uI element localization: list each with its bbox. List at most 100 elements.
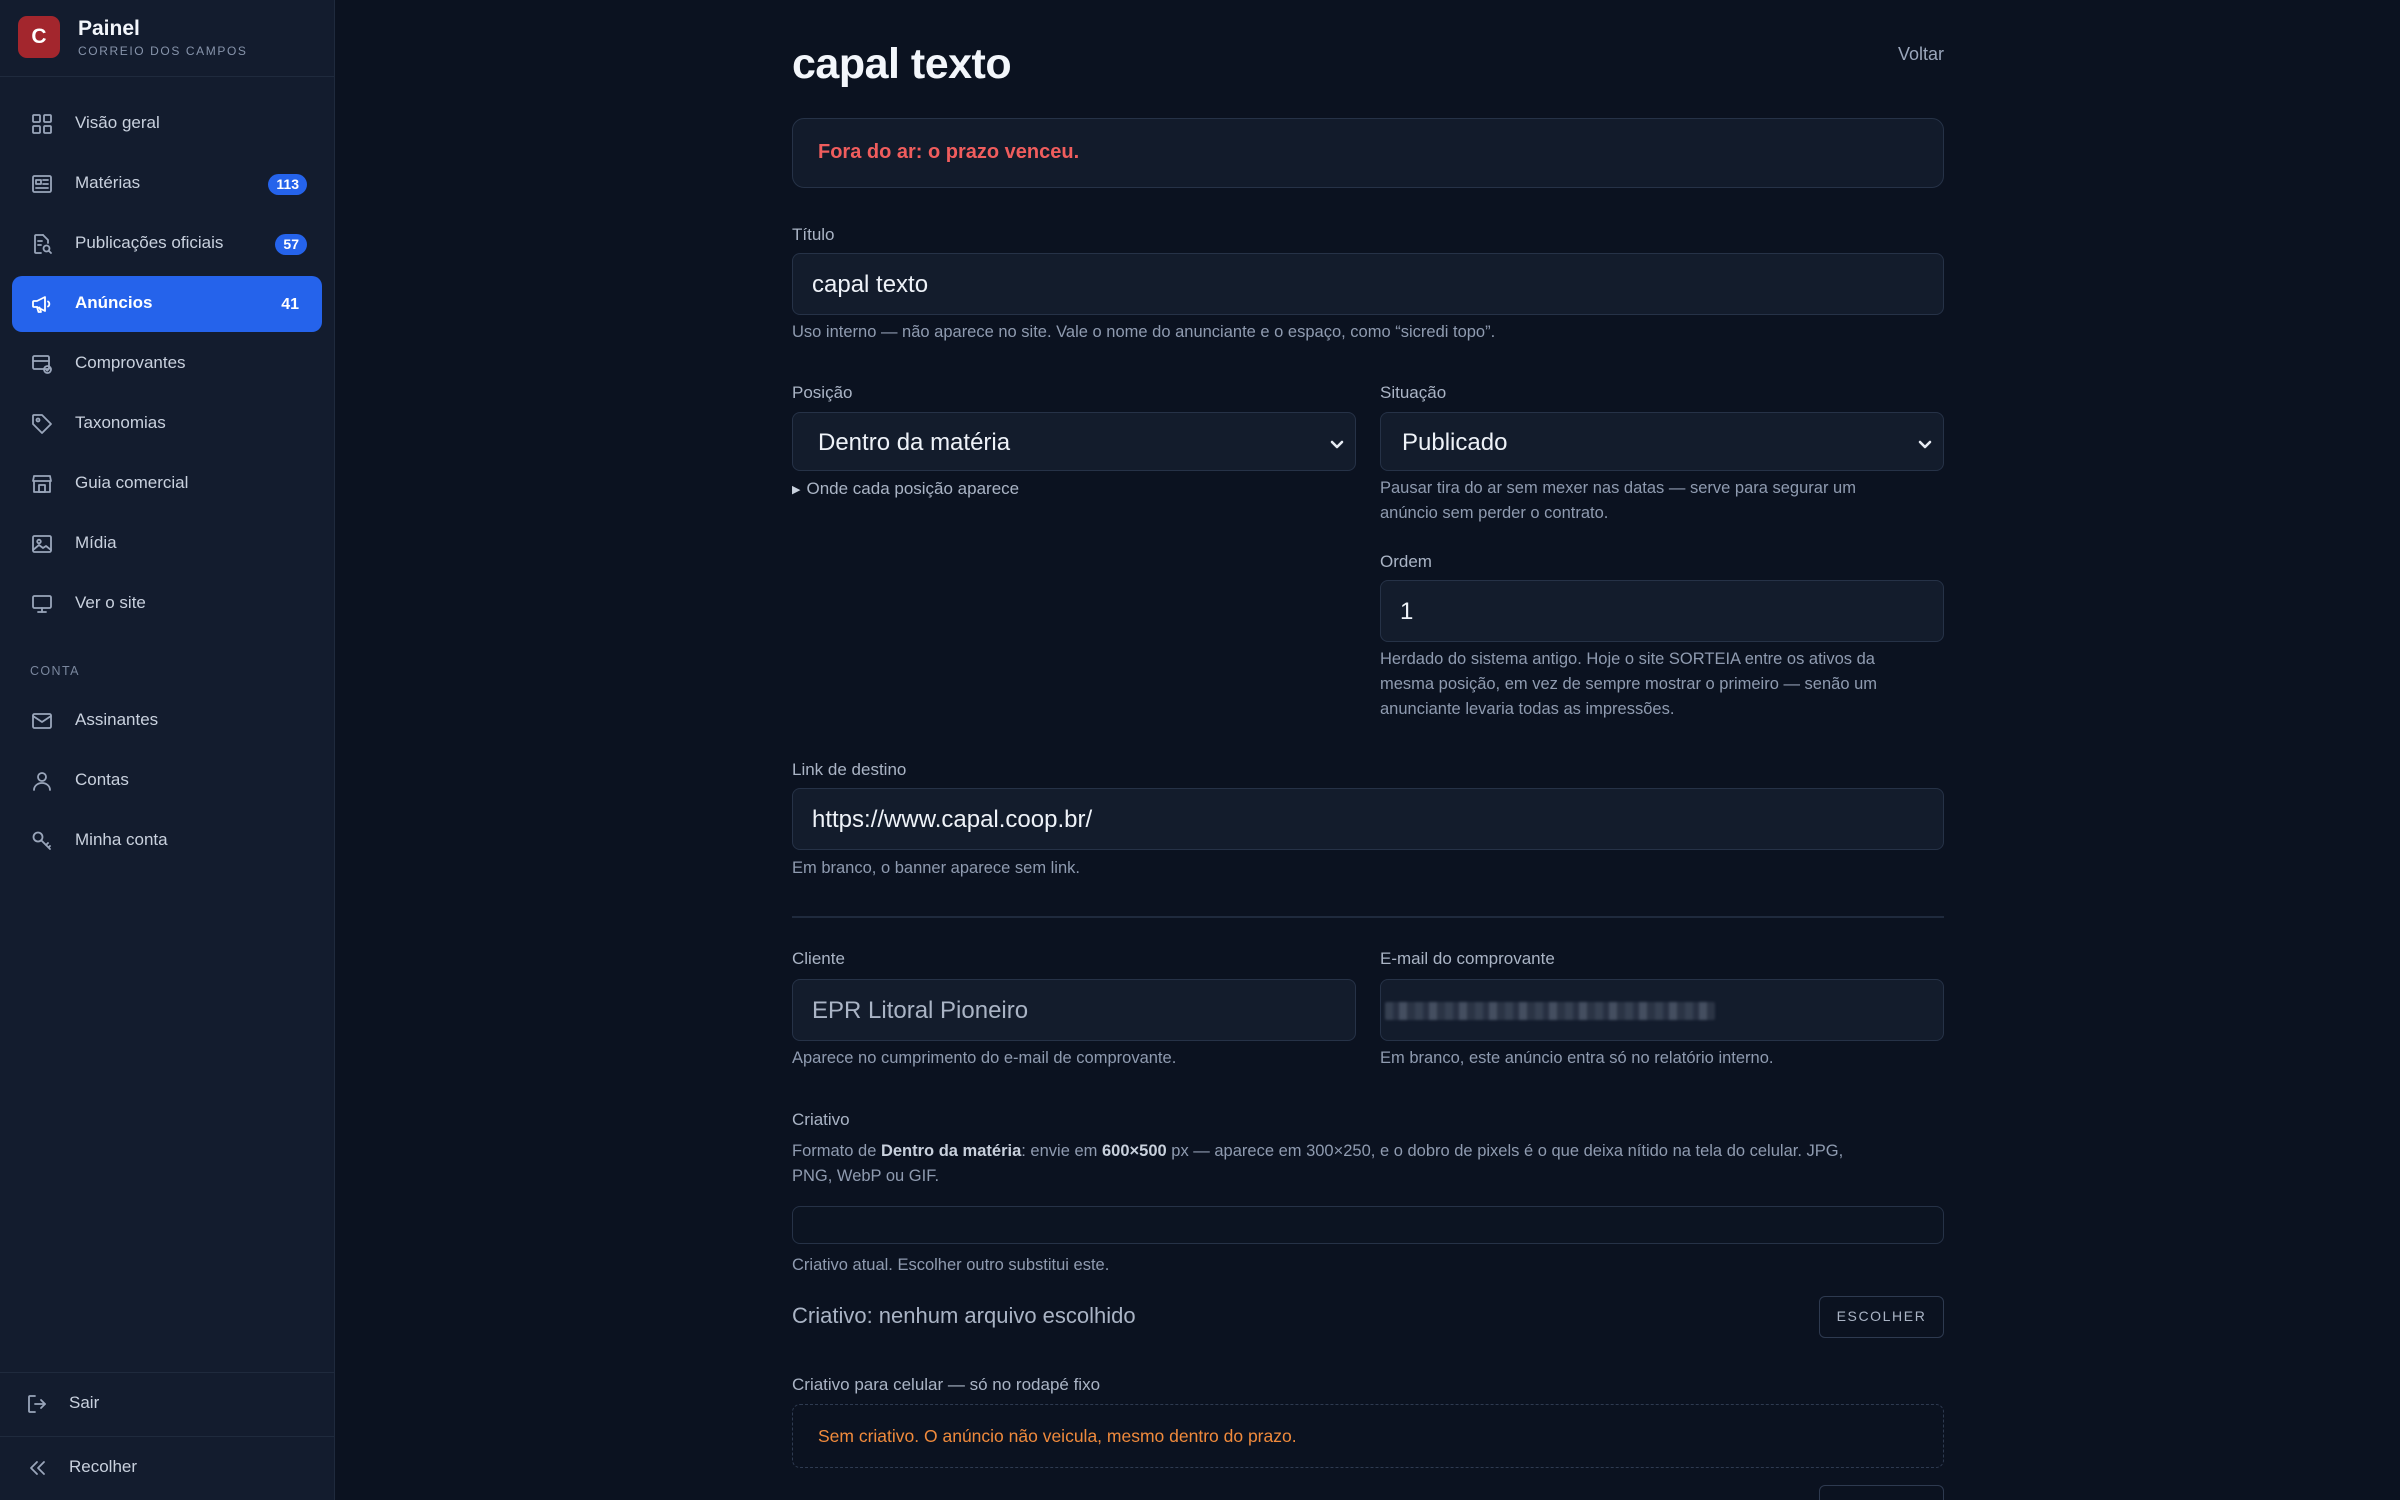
- hint-line: anúncio sem perder o contrato.: [1380, 504, 1609, 522]
- hint-line: anunciante levaria todas as impressões.: [1380, 700, 1675, 718]
- sidebar-item-label: Anúncios: [75, 293, 153, 312]
- email-label: E-mail do comprovante: [1380, 949, 1555, 968]
- criativo-file-status: Criativo: nenhum arquivo escolhido: [792, 1303, 1136, 1328]
- sidebar-item-label: Mídia: [75, 533, 117, 552]
- logout-icon: [25, 1392, 49, 1416]
- email-hint: Em branco, este anúncio entra só no rela…: [1380, 1049, 1774, 1067]
- situacao-select[interactable]: Publicado: [1380, 412, 1944, 471]
- chevron-down-icon: [1917, 436, 1933, 452]
- sidebar-item-publicacoes-oficiais[interactable]: Publicações oficiais 57: [12, 216, 322, 272]
- sidebar-item-label: Comprovantes: [75, 353, 186, 372]
- sidebar-item-visao-geral[interactable]: Visão geral: [12, 96, 322, 152]
- posicao-label: Posição: [792, 383, 853, 402]
- page-title: capal texto: [792, 40, 1012, 88]
- criativo-celular-dropzone[interactable]: Sem criativo. O anúncio não veicula, mes…: [792, 1404, 1944, 1468]
- collapse-label: Recolher: [69, 1457, 138, 1476]
- monitor-icon: [30, 592, 54, 616]
- sidebar-item-taxonomias[interactable]: Taxonomias: [12, 396, 322, 452]
- newspaper-icon: [30, 172, 54, 196]
- sidebar-item-label: Matérias: [75, 173, 141, 192]
- grid-icon: [30, 112, 54, 136]
- collapse-sidebar-button[interactable]: Recolher: [0, 1437, 334, 1499]
- criativo-label: Criativo: [792, 1110, 850, 1129]
- section-divider: [792, 916, 1944, 918]
- choose-file-button[interactable]: ESCOLHER: [1819, 1296, 1944, 1338]
- tag-icon: [30, 412, 54, 436]
- sidebar-item-ver-o-site[interactable]: Ver o site: [12, 576, 322, 632]
- status-alert: Fora do ar: o prazo venceu.: [792, 118, 1944, 188]
- brand-header[interactable]: C Painel CORREIO DOS CAMPOS: [0, 0, 334, 77]
- image-icon: [30, 532, 54, 556]
- situacao-value: Publicado: [1402, 429, 1508, 456]
- criativo-celular-label: Criativo para celular — só no rodapé fix…: [792, 1375, 1101, 1394]
- sidebar-item-label: Visão geral: [75, 113, 160, 132]
- ordem-value: 1: [1400, 598, 1414, 625]
- sidebar-item-label: Assinantes: [75, 710, 159, 729]
- ordem-label: Ordem: [1380, 552, 1432, 571]
- brand-title: Painel: [78, 17, 140, 40]
- link-hint: Em branco, o banner aparece sem link.: [792, 859, 1080, 877]
- posicao-details-toggle[interactable]: ▶ Onde cada posição aparece: [792, 479, 1019, 499]
- main-content: capal texto Voltar Fora do ar: o prazo v…: [336, 0, 2400, 1500]
- alert-text: Fora do ar: o prazo venceu.: [818, 141, 1080, 163]
- megaphone-icon: [30, 292, 54, 316]
- sidebar-item-label: Contas: [75, 770, 129, 789]
- warning-text: Sem criativo. O anúncio não veicula, mes…: [818, 1426, 1297, 1446]
- mail-icon: [30, 709, 54, 733]
- sidebar-item-label: Guia comercial: [75, 473, 189, 492]
- sidebar-item-comprovantes[interactable]: Comprovantes: [12, 336, 322, 392]
- hint-text: Formato de: [792, 1142, 881, 1160]
- email-input[interactable]: [1380, 979, 1944, 1041]
- brand-subtitle: CORREIO DOS CAMPOS: [78, 44, 248, 58]
- situacao-hint: Pausar tira do ar sem mexer nas datas — …: [1380, 476, 1856, 526]
- chevron-down-icon: [1329, 436, 1345, 452]
- link-input[interactable]: https://www.capal.coop.br/: [792, 788, 1944, 850]
- sidebar-item-anuncios[interactable]: Anúncios 41: [12, 276, 322, 332]
- sidebar-item-label: Minha conta: [75, 830, 168, 849]
- document-search-icon: [30, 232, 54, 256]
- sidebar-item-label: Taxonomias: [75, 413, 166, 432]
- hint-line: PNG, WebP ou GIF.: [792, 1167, 940, 1185]
- titulo-hint: Uso interno — não aparece no site. Vale …: [792, 323, 1496, 341]
- cliente-value: EPR Litoral Pioneiro: [812, 997, 1029, 1024]
- sidebar-item-midia[interactable]: Mídia: [12, 516, 322, 572]
- ordem-input[interactable]: 1: [1380, 580, 1944, 642]
- chevrons-left-icon: [25, 1456, 49, 1480]
- ordem-hint: Herdado do sistema antigo. Hoje o site S…: [1380, 647, 1877, 722]
- choose-mobile-file-button[interactable]: [1819, 1485, 1944, 1500]
- criativo-current-hint: Criativo atual. Escolher outro substitui…: [792, 1256, 1110, 1274]
- store-icon: [30, 472, 54, 496]
- cliente-hint: Aparece no cumprimento do e-mail de comp…: [792, 1049, 1177, 1067]
- hint-text: : envie em: [1021, 1142, 1102, 1160]
- count-badge: 113: [268, 174, 307, 195]
- redacted-email: [1385, 1002, 1715, 1020]
- sidebar-item-contas[interactable]: Contas: [12, 753, 322, 809]
- section-label-conta: CONTA: [30, 664, 80, 678]
- link-value: https://www.capal.coop.br/: [812, 806, 1093, 833]
- cliente-label: Cliente: [792, 949, 845, 968]
- sidebar-item-label: Publicações oficiais: [75, 233, 224, 252]
- posicao-select[interactable]: Dentro da matéria: [792, 412, 1356, 471]
- sidebar-item-minha-conta[interactable]: Minha conta: [12, 813, 322, 869]
- triangle-right-icon: ▶: [792, 484, 801, 496]
- sidebar-item-guia-comercial[interactable]: Guia comercial: [12, 456, 322, 512]
- user-icon: [30, 769, 54, 793]
- titulo-input[interactable]: capal texto: [792, 253, 1944, 315]
- titulo-value: capal texto: [812, 271, 929, 298]
- sidebar-item-label: Ver o site: [75, 593, 146, 612]
- hint-line: Formato de Dentro da matéria: envie em 6…: [792, 1139, 1944, 1164]
- details-label: Onde cada posição aparece: [806, 479, 1020, 498]
- key-icon: [30, 829, 54, 853]
- hint-text: px — aparece em 300×250, e o dobro de pi…: [1166, 1142, 1844, 1160]
- sidebar-item-assinantes[interactable]: Assinantes: [12, 693, 322, 749]
- count-badge: 41: [281, 296, 299, 313]
- count-badge: 57: [275, 234, 307, 255]
- criativo-preview: [792, 1206, 1944, 1244]
- sidebar-item-materias[interactable]: Matérias 113: [12, 156, 322, 212]
- cliente-input[interactable]: EPR Litoral Pioneiro: [792, 979, 1356, 1041]
- back-link[interactable]: Voltar: [1898, 44, 1944, 65]
- situacao-label: Situação: [1380, 383, 1447, 402]
- logout-button[interactable]: Sair: [0, 1373, 334, 1435]
- hint-format: Dentro da matéria: [880, 1142, 1022, 1160]
- sidebar: C Painel CORREIO DOS CAMPOS Visão geral …: [0, 0, 335, 1500]
